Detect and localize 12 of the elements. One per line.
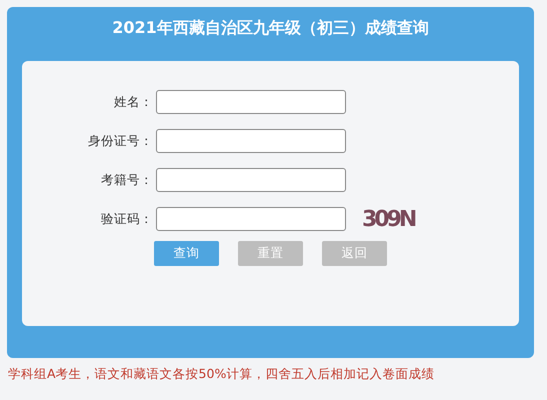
captcha-image[interactable]: 309N [362,206,414,232]
field-label: 验证码： [100,210,154,228]
input-field[interactable] [156,129,346,153]
query-button[interactable]: 查询 [154,241,219,266]
field-label: 姓名： [113,94,154,110]
input-field[interactable] [156,90,346,114]
input-field[interactable] [156,207,346,231]
field-label: 身份证号： [87,132,154,150]
score-note: 学科组A考生，语文和藏语文各按50%计算，四舍五入后相加记入卷面成绩 [7,365,436,383]
input-field[interactable] [156,168,346,192]
page-title: 2021年西藏自治区九年级（初三）成绩查询 [111,17,430,39]
field-label: 考籍号： [100,172,154,188]
